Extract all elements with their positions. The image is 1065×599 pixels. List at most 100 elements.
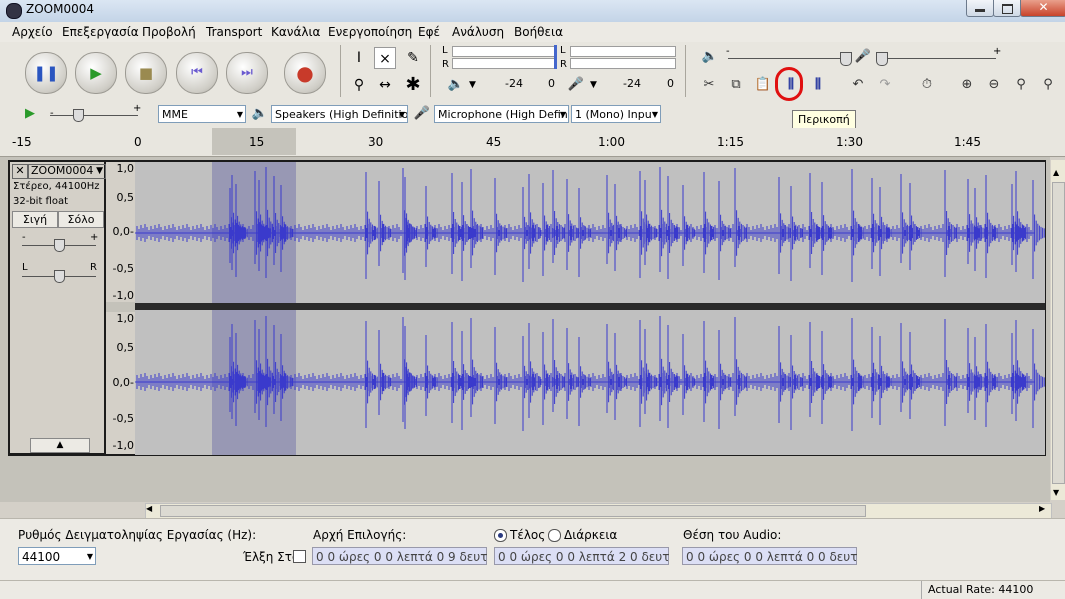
fit-selection-icon[interactable]: ⚲ bbox=[1009, 74, 1033, 96]
toolbar-separator bbox=[430, 45, 431, 97]
mute-button[interactable]: Σιγή bbox=[12, 211, 58, 228]
scale-label: 1,0 bbox=[116, 162, 135, 175]
paste-icon[interactable]: 📋 bbox=[751, 74, 775, 96]
ruler-label: 0 bbox=[134, 135, 142, 149]
redo-icon[interactable]: ↷ bbox=[873, 74, 897, 96]
horizontal-scroll-thumb[interactable] bbox=[160, 505, 866, 517]
zoom-out-icon[interactable]: ⊖ bbox=[982, 74, 1006, 96]
chevron-down-icon[interactable]: ▼ bbox=[590, 80, 597, 90]
selection-tool-icon[interactable]: I bbox=[348, 47, 370, 69]
selection-start-time[interactable]: 0 0 ώρες 0 0 λεπτά 0 9 δευτ bbox=[312, 547, 487, 565]
scroll-left-icon[interactable]: ◀ bbox=[146, 504, 152, 513]
track-control-panel: ✕ ZOOM0004 ▼ Στέρεο, 44100Hz 32-bit float… bbox=[8, 160, 106, 455]
sync-lock-icon[interactable]: ⏱ bbox=[915, 74, 939, 96]
scroll-down-icon[interactable]: ▼ bbox=[1053, 488, 1059, 497]
ruler-label: 1:00 bbox=[598, 135, 625, 149]
gain-min-label: - bbox=[22, 232, 26, 243]
waveform-left bbox=[135, 167, 1045, 282]
vertical-scrollbar[interactable]: ▲ ▼ bbox=[1051, 160, 1065, 500]
maximize-button[interactable] bbox=[993, 0, 1021, 17]
highlight-circle bbox=[775, 67, 803, 101]
menu-edit[interactable]: Επεξεργασία bbox=[62, 25, 139, 39]
speed-min-label: - bbox=[50, 108, 54, 119]
gain-max-label: + bbox=[90, 232, 99, 243]
speaker-icon[interactable]: 🔈 bbox=[444, 74, 468, 96]
input-device-select[interactable]: Microphone (High Defini ▼ bbox=[434, 105, 569, 123]
track-name-button[interactable]: ZOOM0004 ▼ bbox=[28, 164, 106, 179]
fit-project-icon[interactable]: ⚲ bbox=[1036, 74, 1060, 96]
skip-end-button[interactable]: ⏭ bbox=[226, 52, 268, 94]
menu-help[interactable]: Βοήθεια bbox=[514, 25, 563, 39]
output-volume-slider[interactable] bbox=[728, 58, 846, 59]
menu-view[interactable]: Προβολή bbox=[142, 25, 196, 39]
input-volume-thumb[interactable] bbox=[876, 52, 888, 66]
copy-icon[interactable]: ⧉ bbox=[724, 74, 748, 96]
chevron-down-icon[interactable]: ▼ bbox=[469, 80, 476, 90]
meter-left-label: L bbox=[442, 45, 448, 56]
input-mic-icon: 🎤 bbox=[854, 49, 872, 64]
scroll-right-icon[interactable]: ▶ bbox=[1039, 504, 1045, 513]
input-volume-slider[interactable] bbox=[878, 58, 996, 59]
minimize-button[interactable] bbox=[966, 0, 994, 17]
play-icon: ▶ bbox=[90, 64, 102, 82]
stop-button[interactable]: ■ bbox=[125, 52, 167, 94]
ruler-label: 1:45 bbox=[954, 135, 981, 149]
menu-file[interactable]: Αρχείο bbox=[12, 25, 53, 39]
play-at-speed-icon[interactable]: ▶ bbox=[18, 103, 42, 125]
menu-transport[interactable]: Transport bbox=[206, 25, 262, 39]
multi-tool-icon[interactable]: ✱ bbox=[402, 74, 424, 96]
pause-button[interactable]: ❚❚ bbox=[25, 52, 67, 94]
snap-to-label: Έλξη Στο bbox=[243, 550, 300, 564]
draw-tool-icon[interactable]: ✎ bbox=[402, 47, 424, 69]
collapse-track-button[interactable]: ▲ bbox=[30, 438, 90, 453]
menu-analyze[interactable]: Ανάλυση bbox=[452, 25, 504, 39]
menu-generate[interactable]: Ενεργοποίηση bbox=[328, 25, 412, 39]
scale-label: -0,5 bbox=[112, 262, 134, 275]
snap-to-checkbox[interactable] bbox=[293, 550, 306, 563]
skip-start-button[interactable]: ⏮ bbox=[176, 52, 218, 94]
audio-position-time[interactable]: 0 0 ώρες 0 0 λεπτά 0 0 δευτ bbox=[682, 547, 857, 565]
play-speed-thumb[interactable] bbox=[73, 109, 84, 122]
silence-icon[interactable]: ⫼ bbox=[806, 74, 830, 96]
zoom-in-icon[interactable]: ⊕ bbox=[955, 74, 979, 96]
ruler-label: 1:15 bbox=[717, 135, 744, 149]
pan-thumb[interactable] bbox=[54, 270, 65, 283]
waveform-path bbox=[136, 316, 1045, 431]
input-channels-select[interactable]: 1 (Mono) Inpu ▼ bbox=[571, 105, 661, 123]
menu-tracks[interactable]: Κανάλια bbox=[271, 25, 320, 39]
scale-label: 0,0- bbox=[112, 225, 134, 238]
undo-icon[interactable]: ↶ bbox=[846, 74, 870, 96]
selection-end-time[interactable]: 0 0 ώρες 0 0 λεπτά 2 0 δευτ bbox=[494, 547, 669, 565]
envelope-tool-icon[interactable]: ⨯ bbox=[374, 47, 396, 69]
play-button[interactable]: ▶ bbox=[75, 52, 117, 94]
ruler-label: 45 bbox=[486, 135, 502, 149]
scroll-up-icon[interactable]: ▲ bbox=[1053, 168, 1059, 177]
meter-tick-label: -24 bbox=[623, 77, 641, 90]
output-device-select[interactable]: Speakers (High Definitio ▼ bbox=[271, 105, 408, 123]
cut-icon[interactable]: ✂ bbox=[697, 74, 721, 96]
host-select[interactable]: MME ▼ bbox=[158, 105, 246, 123]
meter-tick-label: -24 bbox=[505, 77, 523, 90]
gain-thumb[interactable] bbox=[54, 239, 65, 252]
timeshift-tool-icon[interactable]: ↔ bbox=[374, 74, 396, 96]
vertical-scroll-thumb[interactable] bbox=[1052, 182, 1065, 484]
menu-effect[interactable]: Εφέ bbox=[418, 25, 440, 39]
length-radio[interactable] bbox=[548, 529, 561, 542]
timeline-ruler[interactable]: -15 0 15 30 45 1:00 1:15 1:30 1:45 bbox=[0, 128, 1065, 157]
meter-tick-label: 0 bbox=[667, 77, 674, 90]
project-rate-select[interactable]: 44100 ▼ bbox=[18, 547, 96, 565]
solo-button[interactable]: Σόλο bbox=[58, 211, 104, 228]
zoom-tool-icon[interactable]: ⚲ bbox=[348, 74, 370, 96]
close-button[interactable]: ✕ bbox=[1020, 0, 1065, 17]
project-rate-label: Ρυθμός Δειγματοληψίας Εργασίας (Hz): bbox=[18, 528, 257, 542]
end-radio[interactable] bbox=[494, 529, 507, 542]
ruler-label: 15 bbox=[249, 135, 265, 149]
play-speed-slider[interactable] bbox=[50, 115, 138, 116]
ruler-label: 1:30 bbox=[836, 135, 863, 149]
record-button[interactable]: ● bbox=[284, 52, 326, 94]
horizontal-scrollbar[interactable]: ◀ ▶ bbox=[145, 503, 1052, 519]
track-close-icon[interactable]: ✕ bbox=[12, 164, 28, 179]
toolbar-separator bbox=[685, 45, 686, 97]
volume-icon: 🔈 bbox=[701, 49, 719, 64]
microphone-icon[interactable]: 🎤 bbox=[564, 74, 588, 96]
